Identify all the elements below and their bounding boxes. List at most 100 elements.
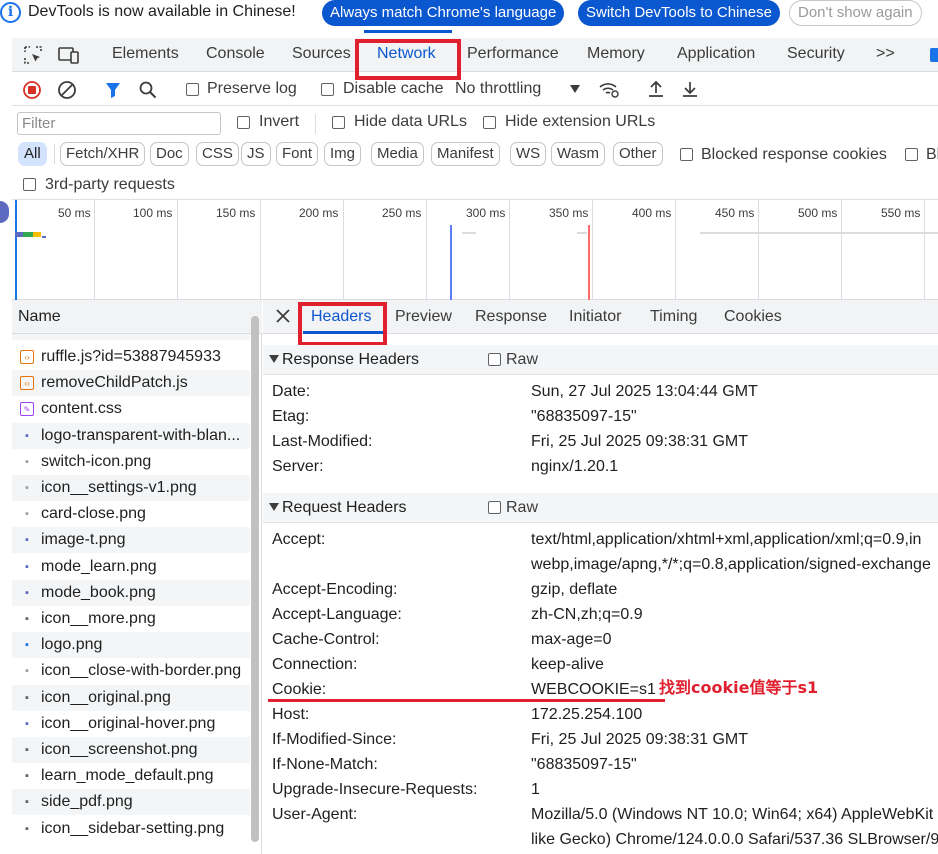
hide-extension-urls-checkbox[interactable]: [483, 116, 496, 129]
chevron-down-icon[interactable]: [570, 85, 580, 93]
divider: [54, 144, 55, 164]
request-row[interactable]: ▪ icon__original.png: [12, 684, 250, 711]
request-name: icon__sidebar-setting.png: [41, 819, 225, 837]
filter-chip-css[interactable]: CSS: [196, 142, 239, 166]
timeline-tick-label: 200 ms: [299, 206, 339, 220]
request-list-scrollbar[interactable]: [250, 314, 260, 844]
tab-console[interactable]: Console: [206, 45, 265, 63]
tab-application[interactable]: Application: [677, 45, 755, 63]
partially-hidden-row: [12, 334, 250, 340]
request-list: Name ‹› ruffle.js?id=53887945933 ‹› removeC…: [12, 300, 262, 854]
blocked-response-cookies-checkbox[interactable]: [680, 148, 693, 161]
dont-show-again-button[interactable]: Don't show again: [789, 0, 922, 26]
network-overview-timeline[interactable]: 50 ms 100 ms 150 ms 200 ms 250 ms 300 ms…: [12, 199, 938, 300]
timeline-tick-label: 350 ms: [549, 206, 589, 220]
request-row[interactable]: ▪ icon__original-hover.png: [12, 711, 250, 737]
header-key: Accept-Encoding:: [272, 581, 398, 598]
filter-chip-font[interactable]: Font: [276, 142, 319, 166]
expand-triangle-icon[interactable]: [269, 355, 279, 363]
tab-preview[interactable]: Preview: [395, 308, 452, 326]
request-row[interactable]: ▪ icon__close-with-border.png: [12, 658, 250, 684]
hide-data-urls-checkbox[interactable]: [332, 116, 345, 129]
request-row[interactable]: ▪ side_pdf.png: [12, 789, 250, 816]
hide-extension-urls-label: Hide extension URLs: [505, 113, 656, 130]
third-party-requests-checkbox[interactable]: [23, 178, 36, 191]
header-value-continued: webp,image/apng,*/*;q=0.8,application/si…: [531, 556, 931, 573]
preserve-log-checkbox[interactable]: [186, 83, 199, 96]
request-row[interactable]: ▪ card-close.png: [12, 501, 250, 527]
expand-triangle-icon[interactable]: [269, 503, 279, 511]
side-handle[interactable]: [0, 201, 9, 223]
header-key: If-None-Match:: [272, 756, 378, 773]
response-headers-section[interactable]: Response Headers Raw: [263, 345, 938, 375]
filter-chip-media[interactable]: Media: [371, 142, 424, 166]
invert-checkbox[interactable]: [237, 116, 250, 129]
image-icon: ▪: [25, 613, 29, 625]
request-headers-section[interactable]: Request Headers Raw: [263, 493, 938, 523]
name-column-header[interactable]: Name: [12, 300, 262, 334]
issues-badge-icon[interactable]: [930, 48, 938, 62]
device-toolbar-icon[interactable]: [58, 46, 80, 68]
filter-chip-wasm[interactable]: Wasm: [551, 142, 605, 166]
request-row[interactable]: ▪ logo-transparent-with-blan...: [12, 422, 250, 449]
clear-icon[interactable]: [58, 81, 76, 103]
request-row[interactable]: ▪ icon__more.png: [12, 606, 250, 632]
filter-chip-js[interactable]: JS: [241, 142, 271, 166]
request-row[interactable]: ‹› removeChildPatch.js: [12, 370, 250, 397]
request-row[interactable]: ▪ icon__settings-v1.png: [12, 475, 250, 501]
always-match-language-button[interactable]: Always match Chrome's language: [322, 0, 565, 26]
request-row[interactable]: ▪ icon__sidebar-setting.png: [12, 816, 250, 842]
request-row[interactable]: ▪ mode_book.png: [12, 579, 250, 606]
timeline-gridline: [924, 200, 925, 300]
filter-input[interactable]: Filter: [17, 112, 221, 135]
tab-initiator[interactable]: Initiator: [569, 308, 621, 326]
disable-cache-checkbox[interactable]: [321, 83, 334, 96]
search-icon[interactable]: [139, 81, 157, 103]
timeline-tick-label: 100 ms: [133, 206, 173, 220]
filter-chip-all[interactable]: All: [18, 142, 47, 166]
tab-timing[interactable]: Timing: [650, 308, 697, 326]
export-har-icon[interactable]: [681, 80, 699, 102]
scrollbar-thumb[interactable]: [251, 316, 259, 842]
tab-security[interactable]: Security: [787, 45, 845, 63]
tab-memory[interactable]: Memory: [587, 45, 645, 63]
header-value: max-age=0: [531, 631, 612, 648]
blocked-requests-checkbox[interactable]: [905, 148, 918, 161]
switch-to-chinese-button[interactable]: Switch DevTools to Chinese: [578, 0, 780, 26]
filter-icon[interactable]: [105, 82, 121, 102]
request-row[interactable]: ▪ switch-icon.png: [12, 449, 250, 475]
raw-checkbox[interactable]: [488, 501, 501, 514]
request-row[interactable]: ▪ logo.png: [12, 632, 250, 659]
inspect-element-icon[interactable]: [24, 46, 42, 68]
request-row[interactable]: ▪ image-t.png: [12, 527, 250, 554]
tab-sources[interactable]: Sources: [292, 45, 351, 63]
filter-chip-manifest[interactable]: Manifest: [431, 142, 500, 166]
tab-cookies[interactable]: Cookies: [724, 308, 782, 326]
request-row[interactable]: ‹› ruffle.js?id=53887945933: [12, 344, 250, 370]
filter-chip-fetch-xhr[interactable]: Fetch/XHR: [60, 142, 146, 166]
preserve-log-label: Preserve log: [207, 80, 297, 97]
network-conditions-icon[interactable]: [598, 80, 620, 102]
timeline-gridline: [592, 200, 593, 300]
image-icon: ▪: [25, 508, 29, 521]
filter-chip-doc[interactable]: Doc: [150, 142, 189, 166]
stop-recording-icon[interactable]: [23, 81, 41, 103]
request-row[interactable]: ▪ icon__screenshot.png: [12, 737, 250, 763]
tab-response[interactable]: Response: [475, 308, 547, 326]
filter-chip-img[interactable]: Img: [324, 142, 362, 166]
raw-checkbox[interactable]: [488, 353, 501, 366]
more-tabs-button[interactable]: >>: [876, 45, 895, 63]
header-key: User-Agent:: [272, 806, 358, 823]
tab-performance[interactable]: Performance: [467, 45, 559, 63]
request-name: logo-transparent-with-blan...: [41, 426, 241, 444]
close-icon[interactable]: [276, 309, 290, 327]
filter-chip-ws[interactable]: WS: [510, 142, 547, 166]
request-name: image-t.png: [41, 531, 126, 549]
filter-chip-other[interactable]: Other: [613, 142, 663, 166]
throttling-select[interactable]: No throttling: [455, 80, 541, 98]
tab-elements[interactable]: Elements: [112, 45, 179, 63]
request-row[interactable]: ▪ learn_mode_default.png: [12, 763, 250, 789]
request-row[interactable]: ✎ content.css: [12, 396, 250, 422]
request-row[interactable]: ▪ mode_learn.png: [12, 554, 250, 580]
import-har-icon[interactable]: [647, 80, 665, 102]
